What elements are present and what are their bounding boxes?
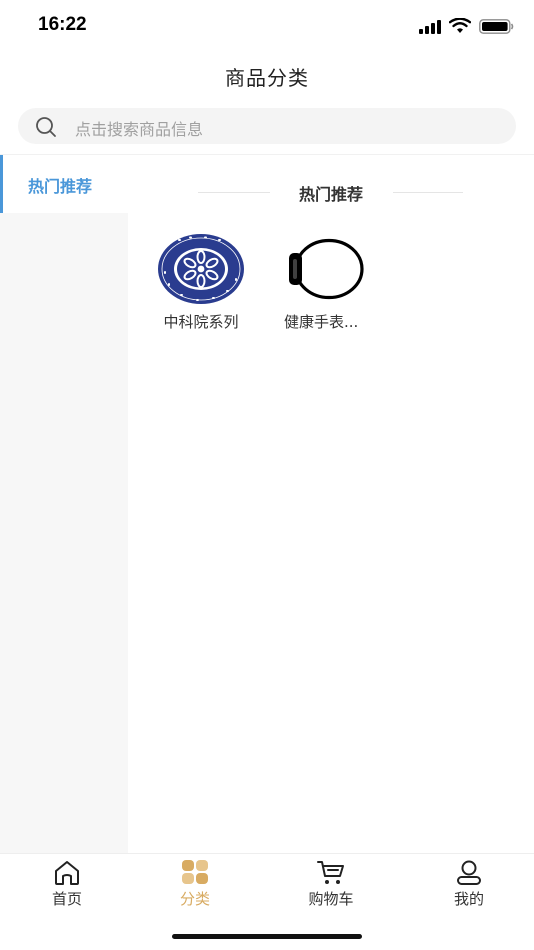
active-indicator xyxy=(0,155,3,213)
divider xyxy=(393,192,463,193)
tab-label: 我的 xyxy=(453,890,484,908)
status-bar: 16:22 xyxy=(0,0,534,52)
cas-logo-icon xyxy=(158,234,244,304)
watch-icon xyxy=(289,238,364,300)
search-icon xyxy=(36,117,56,137)
sidebar-item-label: 热门推荐 xyxy=(28,177,93,196)
search-placeholder: 点击搜索商品信息 xyxy=(75,120,204,139)
category-label: 健康手表... xyxy=(284,313,359,331)
tab-category[interactable]: 分类 xyxy=(128,854,262,914)
section-header: 热门推荐 xyxy=(128,177,534,207)
section-title: 热门推荐 xyxy=(298,185,363,204)
category-sidebar: 热门推荐 xyxy=(0,155,128,853)
tab-profile[interactable]: 我的 xyxy=(402,854,534,914)
home-indicator xyxy=(172,934,362,939)
profile-icon xyxy=(457,860,481,885)
cellular-signal-icon xyxy=(419,20,441,34)
category-grid-icon xyxy=(182,860,208,884)
tab-label: 分类 xyxy=(179,890,210,908)
battery-icon xyxy=(479,19,514,34)
cart-icon xyxy=(317,861,344,884)
status-time: 16:22 xyxy=(38,14,87,35)
tab-label: 购物车 xyxy=(308,890,354,908)
screen: 16:22 商品分类 点击搜索商品信息 热门推荐 热门推荐 中科院系列 健康手表… xyxy=(0,0,534,950)
category-item-watch[interactable]: 健康手表... xyxy=(271,233,381,333)
sidebar-item-hot[interactable]: 热门推荐 xyxy=(0,155,128,213)
category-item-cas[interactable]: 中科院系列 xyxy=(146,233,256,333)
wifi-icon xyxy=(449,18,471,33)
tab-cart[interactable]: 购物车 xyxy=(264,854,398,914)
category-label: 中科院系列 xyxy=(163,313,239,331)
tab-label: 首页 xyxy=(51,890,82,908)
tab-home[interactable]: 首页 xyxy=(0,854,134,914)
page-title: 商品分类 xyxy=(225,66,309,90)
search-bar[interactable]: 点击搜索商品信息 xyxy=(18,108,516,144)
home-icon xyxy=(55,861,79,885)
category-content: 热门推荐 中科院系列 健康手表... xyxy=(128,155,534,853)
